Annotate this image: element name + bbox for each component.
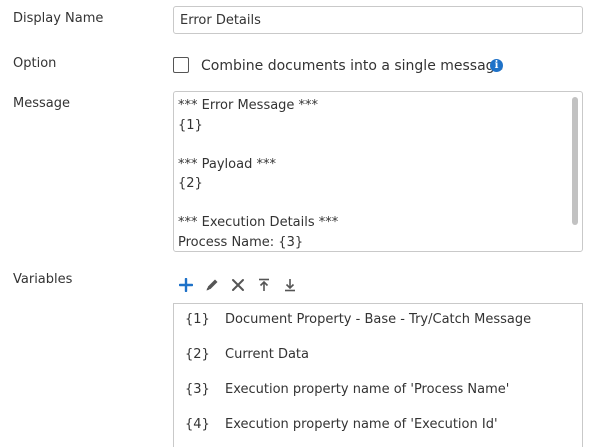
move-top-icon xyxy=(259,278,269,291)
move-top-button[interactable] xyxy=(251,274,277,296)
delete-variable-button[interactable] xyxy=(225,274,251,296)
combine-documents-checkbox[interactable] xyxy=(173,57,189,73)
message-textarea[interactable]: *** Error Message *** {1} *** Payload **… xyxy=(173,91,583,252)
move-bottom-icon xyxy=(285,279,295,292)
close-icon xyxy=(232,279,244,291)
variable-key: {4} xyxy=(185,417,210,432)
variables-label: Variables xyxy=(13,272,73,287)
move-bottom-button[interactable] xyxy=(277,274,303,296)
variable-row[interactable]: {2} Current Data xyxy=(174,339,582,374)
variable-key: {3} xyxy=(185,382,210,397)
pencil-icon xyxy=(206,279,218,291)
variables-list[interactable]: {1} Document Property - Base - Try/Catch… xyxy=(173,303,583,447)
info-icon[interactable]: i xyxy=(490,59,503,72)
message-scrollbar-thumb[interactable] xyxy=(572,97,578,225)
edit-variable-button[interactable] xyxy=(199,274,225,296)
variable-row[interactable]: {4} Execution property name of 'Executio… xyxy=(174,409,582,444)
variables-toolbar xyxy=(173,274,303,296)
add-variable-button[interactable] xyxy=(173,274,199,296)
variable-row[interactable]: {1} Document Property - Base - Try/Catch… xyxy=(174,304,582,339)
variable-value: Document Property - Base - Try/Catch Mes… xyxy=(225,312,532,327)
message-label: Message xyxy=(13,96,70,111)
option-label: Option xyxy=(13,56,57,71)
combine-documents-label[interactable]: Combine documents into a single message xyxy=(201,57,503,75)
variable-value: Execution property name of 'Process Name… xyxy=(225,382,510,397)
variable-value: Execution property name of 'Execution Id… xyxy=(225,417,498,432)
message-text: *** Error Message *** {1} *** Payload **… xyxy=(178,98,339,250)
variable-value: Current Data xyxy=(225,347,309,362)
variable-key: {2} xyxy=(185,347,210,362)
variable-key: {1} xyxy=(185,312,210,327)
display-name-input[interactable] xyxy=(173,6,583,34)
display-name-label: Display Name xyxy=(13,11,104,26)
plus-icon xyxy=(179,278,193,292)
variable-row[interactable]: {3} Execution property name of 'Process … xyxy=(174,374,582,409)
